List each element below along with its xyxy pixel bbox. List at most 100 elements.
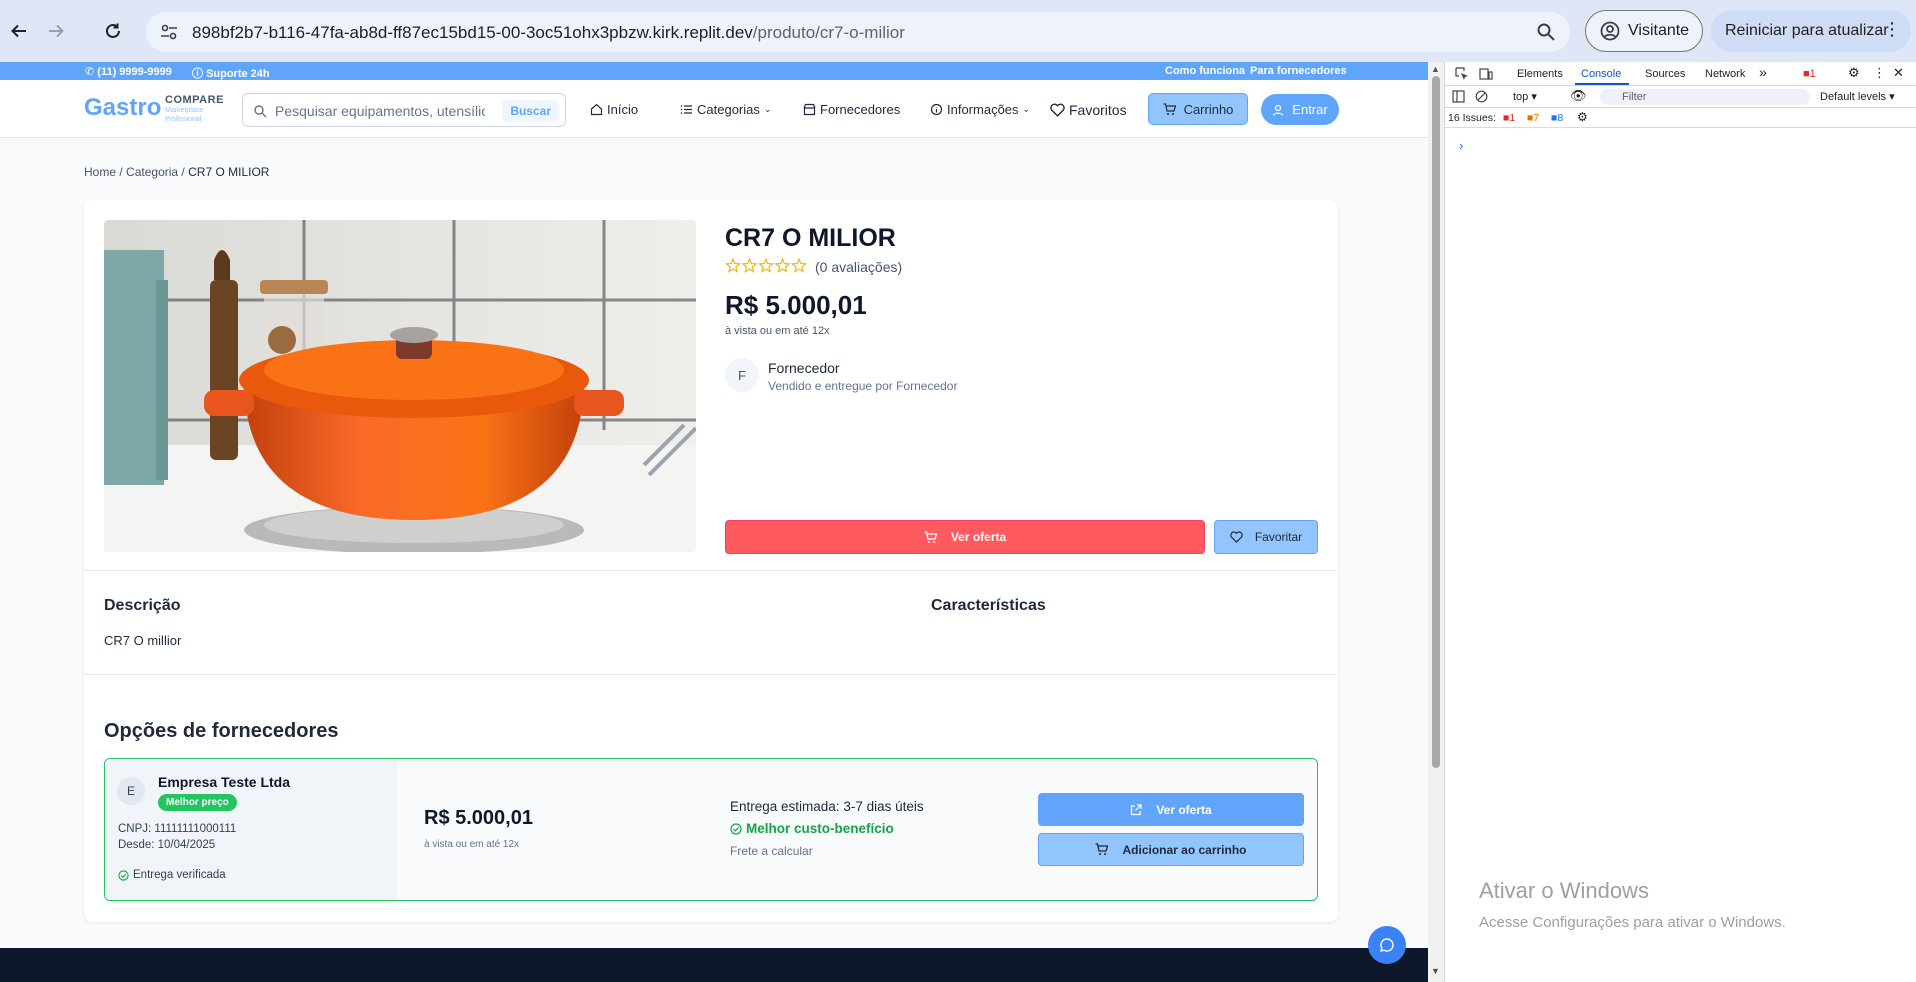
page-scrollbar[interactable]: ▲ ▼: [1428, 62, 1444, 982]
nav-suppliers[interactable]: Fornecedores: [803, 102, 900, 117]
tab-sources[interactable]: Sources: [1645, 68, 1685, 80]
breadcrumb-home[interactable]: Home: [84, 165, 116, 179]
sidebar-toggle-icon[interactable]: [1452, 90, 1465, 103]
for-suppliers-link[interactable]: Para fornecedores: [1250, 65, 1347, 77]
nav-favorites[interactable]: Favoritos: [1050, 102, 1127, 118]
check-circle-icon: [118, 869, 129, 881]
check-circle-icon: [730, 822, 742, 835]
site-settings-icon[interactable]: [160, 23, 178, 41]
more-vert-icon[interactable]: ⋮: [1883, 19, 1901, 40]
more-vert-icon[interactable]: ⋮: [1873, 65, 1886, 81]
chat-button[interactable]: [1368, 926, 1406, 964]
characteristics-heading: Características: [931, 597, 1046, 614]
rating-stars: [725, 258, 807, 274]
search-input[interactable]: [275, 100, 485, 122]
offer-price: R$ 5.000,01: [424, 807, 533, 829]
company-cnpj: CNPJ: 11111111000111: [118, 823, 237, 835]
address-bar[interactable]: 898bf2b7-b116-47fa-ab8d-ff87ec15bd15-00-…: [146, 12, 1570, 52]
company-name[interactable]: Empresa Teste Ltda: [158, 774, 290, 790]
error-count-badge[interactable]: ■1: [1803, 68, 1816, 80]
devtools-panel: Elements Console Sources Network » ■1 ⚙ …: [1444, 62, 1916, 982]
active-tab-indicator: [1575, 83, 1629, 85]
restart-update-button[interactable]: Reiniciar para atualizar ⋮: [1711, 10, 1911, 52]
browser-chrome: 898bf2b7-b116-47fa-ab8d-ff87ec15bd15-00-…: [0, 0, 1916, 62]
verified-label: Entrega verificada: [133, 869, 226, 881]
inspect-icon[interactable]: [1455, 67, 1469, 81]
favorite-label: Favoritar: [1254, 530, 1303, 544]
more-tabs-icon[interactable]: »: [1759, 64, 1767, 80]
cart-icon: [1163, 102, 1176, 115]
scrollbar-thumb[interactable]: [1432, 76, 1440, 768]
breadcrumb-separator: /: [181, 165, 185, 179]
tab-elements[interactable]: Elements: [1517, 68, 1563, 80]
breadcrumb-separator: /: [119, 165, 123, 179]
star-icon: [790, 258, 807, 273]
how-it-works-link[interactable]: Como funciona: [1165, 65, 1245, 77]
product-price: R$ 5.000,01: [725, 290, 867, 320]
close-icon[interactable]: ✕: [1893, 65, 1904, 81]
issues-info: ■8: [1551, 112, 1564, 124]
delivery-estimate: Entrega estimada: 3-7 dias úteis: [730, 799, 924, 814]
profile-button[interactable]: Visitante: [1585, 10, 1703, 52]
login-button[interactable]: Entrar: [1261, 94, 1339, 125]
best-price-badge: Melhor preço: [158, 794, 237, 811]
offer-price-note: à vista ou em até 12x: [424, 839, 520, 850]
clear-console-icon[interactable]: [1475, 90, 1488, 103]
eye-icon[interactable]: 👁: [1570, 88, 1587, 104]
gear-icon[interactable]: ⚙: [1848, 65, 1860, 81]
nav-info[interactable]: Informações ⌄: [930, 102, 1030, 117]
cart-button[interactable]: Carrinho: [1148, 93, 1248, 125]
nav-favorites-label: Favoritos: [1069, 102, 1127, 118]
star-icon: [725, 258, 807, 273]
supplier-name[interactable]: Fornecedor: [768, 360, 840, 376]
cart-icon: [924, 530, 937, 543]
context-selector[interactable]: top ▾: [1513, 90, 1537, 103]
best-value-label: Melhor custo-benefício: [730, 821, 894, 836]
search-icon[interactable]: [1536, 22, 1556, 42]
gear-icon[interactable]: ⚙: [1577, 110, 1588, 124]
page-viewport: ✆ (11) 9999-9999 ⓘ Suporte 24h Como func…: [0, 62, 1428, 982]
log-levels-dropdown[interactable]: Default levels ▾: [1820, 90, 1895, 103]
scroll-down-icon[interactable]: ▼: [1431, 966, 1440, 976]
issues-errors: ■1: [1503, 112, 1516, 124]
home-icon: [590, 103, 603, 116]
site-footer: [0, 948, 1428, 982]
offer-view-button[interactable]: Ver oferta: [1038, 793, 1304, 826]
view-offer-label: Ver oferta: [950, 530, 1007, 544]
add-to-cart-button[interactable]: Adicionar ao carrinho: [1038, 833, 1304, 866]
nav-home-label: Início: [607, 102, 639, 117]
favorite-button[interactable]: Favoritar: [1214, 520, 1318, 554]
console-toolbar: top ▾ 👁 Filter Default levels ▾: [1445, 86, 1916, 108]
back-icon[interactable]: [4, 16, 34, 46]
tab-console[interactable]: Console: [1581, 68, 1621, 80]
heart-icon: [1050, 103, 1065, 117]
tab-network[interactable]: Network: [1705, 68, 1745, 80]
console-filter-input[interactable]: Filter: [1600, 89, 1810, 105]
price-note: à vista ou em até 12x: [725, 325, 830, 337]
windows-activation-title: Ativar o Windows: [1479, 878, 1649, 903]
search-button[interactable]: Buscar: [502, 100, 559, 122]
store-icon: [803, 103, 816, 116]
support-info: ⓘ Suporte 24h: [192, 68, 270, 80]
issues-bar[interactable]: 16 Issues: ■1 ■7 ■8 ⚙: [1445, 108, 1916, 128]
star-icon: [741, 258, 758, 273]
cart-icon: [1095, 843, 1109, 855]
supplier-avatar: F: [725, 358, 759, 392]
forward-icon[interactable]: [41, 16, 71, 46]
console-prompt[interactable]: ›: [1459, 138, 1463, 153]
nav-home[interactable]: Início: [590, 102, 638, 117]
login-label: Entrar: [1292, 102, 1328, 117]
site-header: Gastro COMPARE Marketplace Profissional …: [0, 80, 1428, 138]
breadcrumb-category[interactable]: Categoria: [126, 165, 178, 179]
star-icon: [725, 258, 742, 273]
cart-label: Carrinho: [1183, 101, 1234, 117]
scroll-up-icon[interactable]: ▲: [1431, 64, 1440, 74]
logo[interactable]: Gastro: [84, 94, 161, 122]
reload-icon[interactable]: [98, 16, 128, 46]
device-toolbar-icon[interactable]: [1479, 67, 1493, 81]
breadcrumb: Home / Categoria / CR7 O MILIOR: [84, 165, 269, 179]
reviews-count[interactable]: (0 avaliações): [815, 259, 902, 275]
view-offer-button[interactable]: Ver oferta: [725, 520, 1205, 554]
nav-categories[interactable]: Categorias ⌄: [680, 102, 771, 117]
divider: [84, 674, 1338, 675]
